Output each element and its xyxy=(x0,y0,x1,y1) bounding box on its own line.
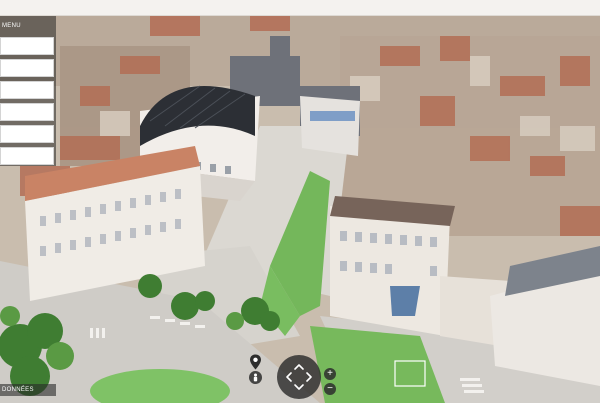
top-bar xyxy=(0,0,600,16)
menu-item-5[interactable] xyxy=(0,125,54,143)
data-tab-label[interactable]: DONNÉES xyxy=(0,384,56,396)
compass-icon[interactable] xyxy=(277,355,321,399)
menu-item-6[interactable] xyxy=(0,147,54,165)
menu-panel: MENU xyxy=(0,16,56,166)
zoom-in-button[interactable]: + xyxy=(324,368,336,380)
menu-item-3[interactable] xyxy=(0,81,54,99)
menu-item-2[interactable] xyxy=(0,59,54,77)
city-scene xyxy=(0,16,600,403)
map-3d-view[interactable] xyxy=(0,16,600,403)
zoom-out-button[interactable]: − xyxy=(324,383,336,395)
menu-item-1[interactable] xyxy=(0,37,54,55)
menu-title: MENU xyxy=(2,23,21,29)
menu-item-4[interactable] xyxy=(0,103,54,121)
location-pin-icon[interactable] xyxy=(249,354,262,370)
person-icon[interactable] xyxy=(249,371,262,384)
